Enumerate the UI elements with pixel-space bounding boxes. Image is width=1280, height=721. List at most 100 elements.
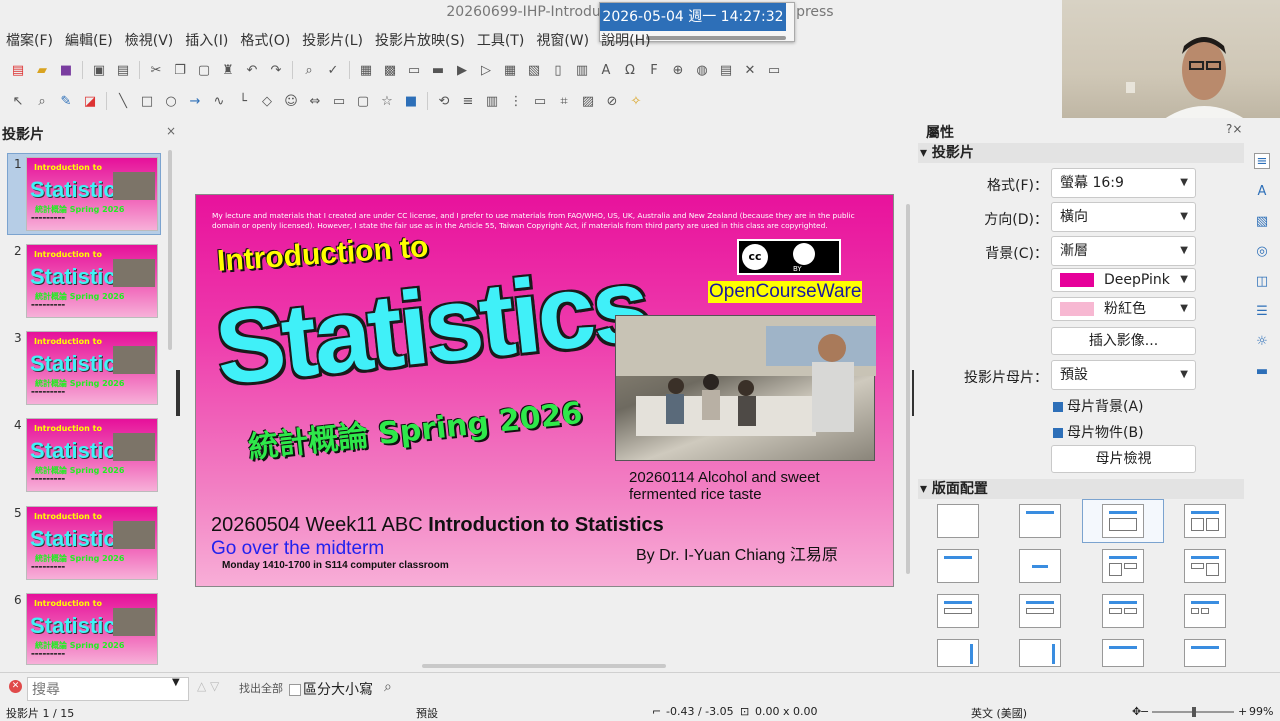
toggle-extrusion-icon[interactable]: ⊘ bbox=[604, 93, 620, 109]
undo-icon[interactable]: ↶ bbox=[244, 62, 260, 78]
print-icon[interactable]: ▤ bbox=[115, 62, 131, 78]
layout-icon[interactable]: ▭ bbox=[766, 62, 782, 78]
slide-thumbnail-5[interactable]: Introduction to Statistics 統計概論 Spring 202… bbox=[26, 506, 158, 580]
cc-by-logo[interactable]: cc BY bbox=[737, 239, 841, 275]
styles-deck-icon[interactable]: A bbox=[1254, 184, 1270, 200]
master-objects-checkbox[interactable]: 母片物件(B) bbox=[1053, 422, 1144, 442]
shapes-deck-icon[interactable]: ◫ bbox=[1254, 274, 1270, 290]
basic-shapes-icon[interactable]: ◇ bbox=[259, 93, 275, 109]
block-arrows-icon[interactable]: ⇔ bbox=[307, 93, 323, 109]
go-over-text[interactable]: Go over the midterm bbox=[211, 538, 384, 560]
find-replace-icon[interactable]: ⌕ bbox=[384, 679, 392, 695]
license-text[interactable]: My lecture and materials that I created … bbox=[212, 211, 882, 231]
image-icon[interactable]: ▧ bbox=[526, 62, 542, 78]
slide-thumbnail-4[interactable]: Introduction to Statistics 統計概論 Spring 202… bbox=[26, 418, 158, 492]
transition-deck-icon[interactable]: ☼ bbox=[1254, 334, 1270, 350]
close-find-icon[interactable]: ✕ bbox=[9, 680, 22, 693]
search-input[interactable] bbox=[27, 677, 189, 701]
table-icon[interactable]: ▦ bbox=[502, 62, 518, 78]
display-grid-icon[interactable]: ▤ bbox=[718, 62, 734, 78]
zoom-out-icon[interactable]: − bbox=[1140, 705, 1149, 718]
find-prev-next-icon[interactable]: △ ▽ bbox=[197, 679, 219, 693]
fontwork-icon[interactable]: F bbox=[646, 62, 662, 78]
shadow-icon[interactable]: ▭ bbox=[532, 93, 548, 109]
master-slide-icon[interactable]: ▬ bbox=[430, 62, 446, 78]
crop-icon[interactable]: ⌗ bbox=[556, 93, 572, 109]
menu-tools[interactable]: 工具(T) bbox=[477, 30, 524, 50]
connector-icon[interactable]: └ bbox=[235, 93, 251, 109]
slide-thumbnail-6[interactable]: Introduction to Statistics 統計概論 Spring 202… bbox=[26, 593, 158, 665]
layout-title-two-content[interactable] bbox=[1184, 504, 1226, 538]
textbox-icon[interactable]: A bbox=[598, 62, 614, 78]
clone-icon[interactable]: ♜ bbox=[220, 62, 236, 78]
layout-vertical-title[interactable] bbox=[937, 639, 979, 667]
stars-icon[interactable]: ☆ bbox=[379, 93, 395, 109]
grid-icon[interactable]: ▦ bbox=[358, 62, 374, 78]
layout-content-over-content[interactable] bbox=[1019, 594, 1061, 628]
menu-slide[interactable]: 投影片(L) bbox=[302, 30, 363, 50]
layout-blank[interactable] bbox=[937, 504, 979, 538]
schedule-text[interactable]: Monday 1410-1700 in S114 computer classr… bbox=[222, 560, 449, 571]
zoom-slider-knob[interactable] bbox=[1192, 707, 1196, 717]
menu-insert[interactable]: 插入(I) bbox=[185, 30, 228, 50]
section-slide-header[interactable]: ▾ 投影片 bbox=[918, 143, 1244, 163]
layout-title-two-content-content[interactable] bbox=[1102, 549, 1144, 583]
status-language[interactable]: 英文 (美國) bbox=[971, 705, 1027, 721]
save-icon[interactable]: ■ bbox=[58, 62, 74, 78]
week-line[interactable]: 20260504 Week11 ABC Introduction to Stat… bbox=[211, 514, 664, 537]
zoom-in-icon[interactable]: + bbox=[1238, 705, 1247, 718]
cut-icon[interactable]: ✂ bbox=[148, 62, 164, 78]
menu-window[interactable]: 視窗(W) bbox=[536, 30, 589, 50]
animation-deck-icon[interactable]: ☰ bbox=[1254, 304, 1270, 320]
helplines-icon[interactable]: ▩ bbox=[382, 62, 398, 78]
properties-close-icon[interactable]: ?× bbox=[1226, 122, 1242, 136]
format-dropdown[interactable]: 螢幕 16:9 ▼ bbox=[1051, 168, 1196, 198]
photo-caption[interactable]: 20260114 Alcohol and sweet fermented ric… bbox=[629, 469, 869, 503]
navigator-deck-icon[interactable]: ◎ bbox=[1254, 244, 1270, 260]
delete-slide-icon[interactable]: ✕ bbox=[742, 62, 758, 78]
layout-title-only[interactable] bbox=[937, 549, 979, 583]
symbol-shapes-icon[interactable]: ☺ bbox=[283, 93, 299, 109]
new-icon[interactable]: ▤ bbox=[10, 62, 26, 78]
open-icon[interactable]: ▰ bbox=[34, 62, 50, 78]
status-master[interactable]: 預設 bbox=[416, 705, 438, 721]
author-text[interactable]: By Dr. I-Yuan Chiang 江易原 bbox=[636, 541, 838, 565]
color2-dropdown[interactable]: 粉紅色 ▼ bbox=[1051, 297, 1196, 321]
layout-title-vertical-content[interactable] bbox=[1102, 639, 1144, 667]
layout-title-content-two[interactable] bbox=[1184, 549, 1226, 583]
zoom-icon[interactable]: ⌕ bbox=[34, 93, 50, 109]
start-first-icon[interactable]: ▶ bbox=[454, 62, 470, 78]
flowchart-icon[interactable]: ▭ bbox=[331, 93, 347, 109]
find-all-button[interactable]: 找出全部 bbox=[239, 680, 283, 696]
menu-file[interactable]: 檔案(F) bbox=[6, 30, 53, 50]
match-case-checkbox[interactable]: 區分大小寫 bbox=[289, 679, 373, 699]
rotate-icon[interactable]: ⟲ bbox=[436, 93, 452, 109]
chart-icon[interactable]: ▥ bbox=[574, 62, 590, 78]
layout-title-two-vertical[interactable] bbox=[1184, 639, 1226, 667]
filter-icon[interactable]: ▨ bbox=[580, 93, 596, 109]
layout-two-over-content[interactable] bbox=[937, 594, 979, 628]
insert-image-button[interactable]: 插入影像... bbox=[1051, 327, 1196, 355]
fill-color-icon[interactable]: ◪ bbox=[82, 93, 98, 109]
curve-icon[interactable]: ∿ bbox=[211, 93, 227, 109]
layout-title-content[interactable] bbox=[1102, 504, 1144, 538]
spelling-icon[interactable]: ✓ bbox=[325, 62, 341, 78]
status-zoom[interactable]: 99% bbox=[1249, 705, 1273, 718]
properties-deck-icon[interactable]: ≡ bbox=[1254, 153, 1270, 169]
align-icon[interactable]: ≡ bbox=[460, 93, 476, 109]
close-icon[interactable]: × bbox=[166, 124, 176, 138]
layout-six-content[interactable] bbox=[1184, 594, 1226, 628]
menu-slideshow[interactable]: 投影片放映(S) bbox=[375, 30, 465, 50]
layout-title-slide[interactable] bbox=[1019, 504, 1061, 538]
select-icon[interactable]: ↖ bbox=[10, 93, 26, 109]
menu-view[interactable]: 檢視(V) bbox=[125, 30, 174, 50]
background-dropdown[interactable]: 漸層 ▼ bbox=[1051, 236, 1196, 266]
section-layout-header[interactable]: ▾ 版面配置 bbox=[918, 479, 1244, 499]
master-view-button[interactable]: 母片檢視 bbox=[1051, 445, 1196, 473]
menu-help[interactable]: 說明(H) bbox=[601, 30, 650, 50]
slide-thumbnail-1[interactable]: Introduction to Statistics 統計概論 Spring 202… bbox=[26, 157, 158, 231]
slide-thumbnail-3[interactable]: Introduction to Statistics 統計概論 Spring 202… bbox=[26, 331, 158, 405]
copy-icon[interactable]: ❐ bbox=[172, 62, 188, 78]
display-views-icon[interactable]: ▭ bbox=[406, 62, 422, 78]
menu-format[interactable]: 格式(O) bbox=[240, 30, 290, 50]
